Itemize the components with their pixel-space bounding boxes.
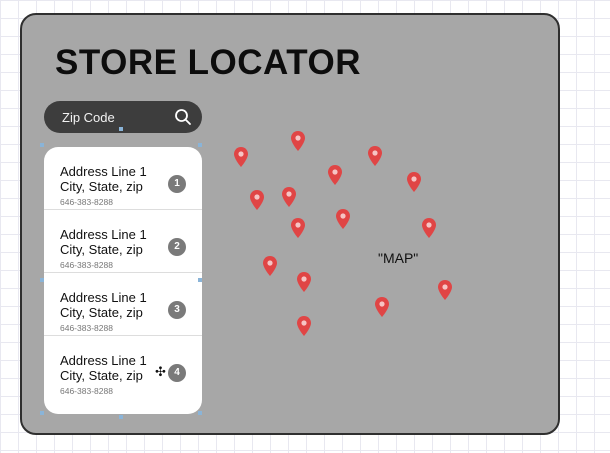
city-state-zip: City, State, zip: [60, 179, 143, 194]
city-state-zip: City, State, zip: [60, 305, 143, 320]
phone-number: 646-383-8288: [60, 260, 113, 270]
map-pin-icon[interactable]: [234, 147, 248, 167]
store-locator-frame: STORE LOCATOR Address Line 1 City, State…: [20, 13, 560, 435]
search-bar[interactable]: [44, 101, 202, 133]
list-item[interactable]: Address Line 1 City, State, zip 646-383-…: [44, 273, 202, 336]
phone-number: 646-383-8288: [60, 323, 113, 333]
map-pin-icon[interactable]: [297, 316, 311, 336]
address-line: Address Line 1: [60, 290, 147, 305]
selection-handle: [198, 143, 202, 147]
page-title: STORE LOCATOR: [55, 43, 361, 82]
selection-handle: [198, 278, 202, 282]
address-line: Address Line 1: [60, 164, 147, 179]
address-line: Address Line 1: [60, 227, 147, 242]
address-line: Address Line 1: [60, 353, 147, 368]
map-pin-icon[interactable]: [282, 187, 296, 207]
phone-number: 646-383-8288: [60, 386, 113, 396]
map-pin-icon[interactable]: [368, 146, 382, 166]
results-list: Address Line 1 City, State, zip 646-383-…: [44, 147, 202, 414]
map-pin-icon[interactable]: [407, 172, 421, 192]
zip-code-search-input[interactable]: [62, 101, 172, 133]
phone-number: 646-383-8288: [60, 197, 113, 207]
selection-handle: [198, 411, 202, 415]
map-placeholder-label: "MAP": [378, 250, 419, 266]
map-pin-icon[interactable]: [297, 272, 311, 292]
map-pin-icon[interactable]: [336, 209, 350, 229]
city-state-zip: City, State, zip: [60, 242, 143, 257]
move-cursor-icon: ✣: [155, 364, 166, 379]
list-item[interactable]: Address Line 1 City, State, zip 646-383-…: [44, 147, 202, 210]
map-pin-icon[interactable]: [291, 131, 305, 151]
selection-handle: [40, 278, 44, 282]
selection-handle: [40, 143, 44, 147]
list-item[interactable]: Address Line 1 City, State, zip 646-383-…: [44, 210, 202, 273]
selection-handle: [40, 411, 44, 415]
map-pin-icon[interactable]: [438, 280, 452, 300]
selection-handle: [119, 127, 123, 131]
map-pin-icon[interactable]: [291, 218, 305, 238]
map-pin-icon[interactable]: [328, 165, 342, 185]
map-pin-icon[interactable]: [375, 297, 389, 317]
city-state-zip: City, State, zip: [60, 368, 143, 383]
result-number-badge: 4: [168, 364, 186, 382]
result-number-badge: 2: [168, 238, 186, 256]
selection-handle: [119, 415, 123, 419]
result-number-badge: 3: [168, 301, 186, 319]
map-pin-icon[interactable]: [250, 190, 264, 210]
map-pin-icon[interactable]: [263, 256, 277, 276]
list-item[interactable]: Address Line 1 City, State, zip 646-383-…: [44, 336, 202, 399]
map-pin-icon[interactable]: [422, 218, 436, 238]
result-number-badge: 1: [168, 175, 186, 193]
search-icon[interactable]: [174, 108, 192, 126]
